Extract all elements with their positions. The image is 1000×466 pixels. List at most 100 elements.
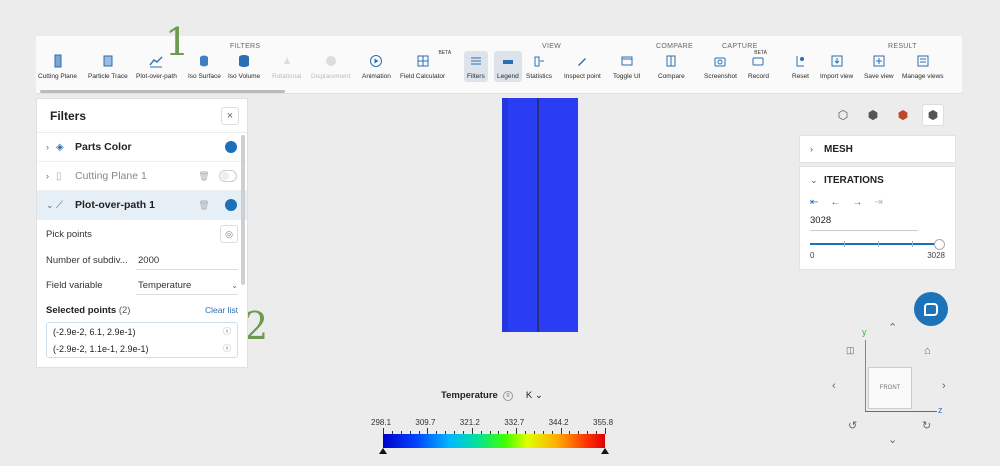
iso-volume-icon	[237, 54, 251, 68]
reset-label: Reset	[792, 73, 809, 80]
panel-scrollbar[interactable]	[241, 135, 245, 285]
subdivisions-label: Number of subdiv...	[46, 255, 128, 266]
legend-title: Temperature	[441, 390, 498, 401]
field-variable-select[interactable]: Temperature ⌄	[136, 277, 238, 295]
slider-tick	[878, 241, 879, 247]
record-button[interactable]: Record BETA	[748, 50, 769, 80]
import-view-button[interactable]: Import view	[820, 54, 853, 80]
list-item[interactable]: (-2.9e-2, 6.1, 2.9e-1) ⓧ	[47, 323, 237, 340]
target-icon[interactable]: ◎	[220, 225, 238, 243]
slider-handle[interactable]	[934, 239, 945, 250]
field-variable-value: Temperature	[138, 279, 192, 291]
chevron-right-icon[interactable]: ›	[46, 142, 56, 152]
iteration-input[interactable]: 3028	[810, 213, 918, 231]
chevron-down-icon[interactable]: ⌄	[810, 175, 824, 186]
plot-over-path-toggle[interactable]	[219, 199, 237, 211]
rotate-ccw-icon[interactable]: ↺	[848, 419, 857, 432]
previous-iteration-icon[interactable]: ←	[830, 197, 840, 208]
field-calculator-label: Field Calculator	[400, 73, 446, 80]
particle-trace-button[interactable]: Particle Trace	[88, 54, 128, 80]
cutting-plane-toggle[interactable]	[219, 170, 237, 182]
cutting-plane-icon: ▯	[56, 170, 62, 182]
filters-panel-header: Filters ×	[37, 99, 247, 133]
manage-views-button[interactable]: Manage views	[902, 54, 944, 80]
trash-icon[interactable]: 🗑	[197, 171, 211, 182]
pick-points-row: Pick points ◎	[37, 220, 247, 248]
field-calculator-icon	[416, 54, 430, 68]
rotate-down-icon[interactable]: ⌄	[888, 433, 897, 446]
y-axis-label: y	[862, 327, 867, 337]
iteration-slider[interactable]	[810, 239, 945, 250]
info-icon[interactable]: ≡	[502, 390, 513, 401]
point-coordinates: (-2.9e-2, 1.1e-1, 2.9e-1)	[53, 343, 149, 354]
cutting-plane-icon	[51, 54, 65, 68]
chat-icon	[924, 302, 938, 316]
legend-button[interactable]: Legend	[494, 51, 522, 82]
clear-list-link[interactable]: Clear list	[205, 305, 238, 315]
displacement-button[interactable]: Displacement	[311, 54, 350, 80]
chevron-right-icon[interactable]: ›	[46, 171, 56, 181]
toolbar-scrollbar[interactable]	[36, 90, 962, 93]
solid-view-icon[interactable]: ⬢	[922, 104, 944, 126]
trash-icon[interactable]: 🗑	[197, 200, 211, 211]
model-column	[502, 98, 578, 332]
rotate-right-icon[interactable]: ›	[942, 380, 946, 392]
last-iteration-icon[interactable]: ⇥	[874, 197, 882, 208]
view-cube-front[interactable]: FRONT	[868, 367, 912, 409]
camera-icon[interactable]: ◫	[846, 345, 855, 356]
statistics-button[interactable]: Statistics	[526, 54, 552, 80]
cutting-plane-button[interactable]: Cutting Plane	[38, 54, 77, 80]
record-label: Record	[748, 73, 769, 80]
animation-label: Animation	[362, 73, 391, 80]
chevron-down-icon[interactable]: ⌄	[46, 200, 56, 211]
chevron-right-icon[interactable]: ›	[810, 144, 824, 154]
selected-points-list: (-2.9e-2, 6.1, 2.9e-1) ⓧ (-2.9e-2, 1.1e-…	[46, 322, 238, 358]
record-icon	[751, 54, 765, 68]
save-view-button[interactable]: Save view	[864, 54, 894, 80]
first-iteration-icon[interactable]: ⇤	[810, 197, 818, 208]
surface-icon[interactable]: ⬢	[862, 104, 884, 126]
particle-trace-label: Particle Trace	[88, 73, 128, 80]
home-icon[interactable]: ⌂	[924, 345, 931, 357]
iso-volume-button[interactable]: Iso Volume	[228, 54, 260, 80]
statistics-label: Statistics	[526, 73, 553, 80]
z-axis-label: z	[938, 405, 943, 415]
save-view-label: Save view	[864, 73, 894, 80]
rotate-left-icon[interactable]: ‹	[832, 380, 836, 392]
toggle-ui-button[interactable]: Toggle UI	[613, 54, 640, 80]
remove-point-icon[interactable]: ⓧ	[223, 326, 231, 337]
inspect-point-button[interactable]: Inspect point	[564, 54, 601, 80]
mesh-panel[interactable]: › MESH	[799, 135, 956, 163]
filter-item-plot-over-path[interactable]: ⌄ ⟋ Plot-over-path 1 🗑	[37, 191, 247, 220]
next-iteration-icon[interactable]: →	[852, 197, 862, 208]
pick-points-label: Pick points	[46, 228, 92, 240]
subdivisions-input[interactable]: 2000	[136, 252, 238, 270]
iso-surface-button[interactable]: Iso Surface	[188, 54, 221, 80]
toolbar-scroll-thumb[interactable]	[40, 90, 285, 93]
remove-point-icon[interactable]: ⓧ	[223, 343, 231, 354]
legend-unit-select[interactable]: K ⌄	[526, 390, 543, 401]
filter-item-parts-color[interactable]: › ◈ Parts Color	[37, 133, 247, 162]
compare-label: Compare	[658, 73, 685, 80]
wireframe-icon[interactable]: ⬡	[832, 104, 854, 126]
field-calculator-button[interactable]: Field Calculator BETA	[400, 50, 451, 80]
view-mode-toolbar: ⬡ ⬢ ⬢ ⬢	[832, 104, 944, 126]
filters-button[interactable]: Filters	[464, 51, 488, 82]
parts-color-toggle[interactable]	[219, 141, 237, 153]
animation-button[interactable]: Animation	[362, 54, 391, 80]
max-marker[interactable]	[601, 448, 609, 454]
list-item[interactable]: (-2.9e-2, 1.1e-1, 2.9e-1) ⓧ	[47, 340, 237, 357]
min-marker[interactable]	[379, 448, 387, 454]
chat-button[interactable]	[914, 292, 948, 326]
reset-button[interactable]: Reset	[792, 54, 809, 80]
rotate-cw-icon[interactable]: ↻	[922, 419, 931, 432]
screenshot-button[interactable]: Screenshot	[704, 54, 737, 80]
rotational-button[interactable]: Rotational	[272, 54, 301, 80]
filter-item-label: Plot-over-path 1	[75, 199, 155, 211]
compare-button[interactable]: Compare	[658, 54, 685, 80]
close-button[interactable]: ×	[221, 106, 239, 125]
surface-edges-icon[interactable]: ⬢	[892, 104, 914, 126]
field-calculator-beta-badge: BETA	[438, 50, 452, 56]
rotate-up-icon[interactable]: ⌃	[888, 321, 897, 334]
filter-item-cutting-plane[interactable]: › ▯ Cutting Plane 1 🗑	[37, 162, 247, 191]
